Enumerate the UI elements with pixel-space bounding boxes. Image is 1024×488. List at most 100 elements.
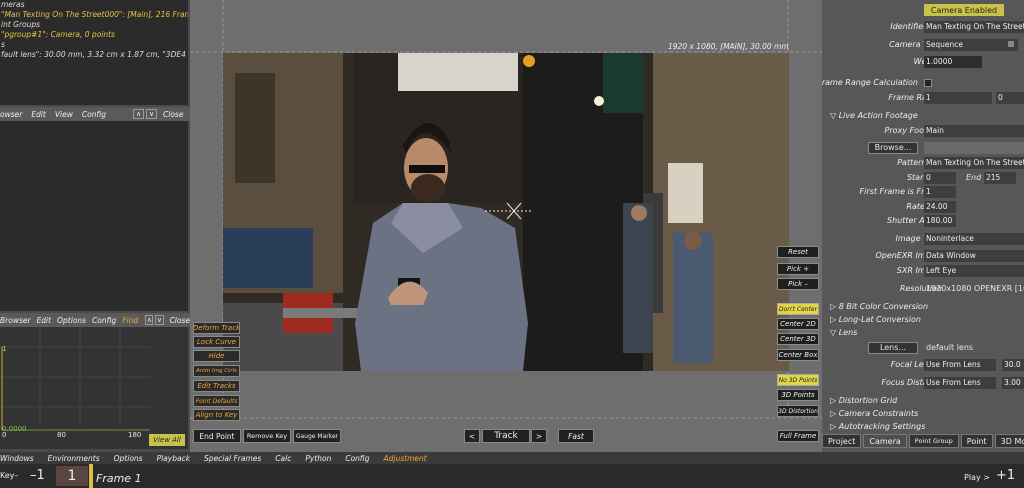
lens-section[interactable]: ▽ Lens bbox=[830, 328, 857, 337]
start-field[interactable]: 0 bbox=[924, 171, 956, 184]
frame-range-start[interactable]: 1 bbox=[924, 91, 992, 104]
scroll-down-button[interactable]: ∨ bbox=[146, 109, 158, 119]
openexr-select[interactable]: Data Window bbox=[924, 249, 1024, 262]
camera-type-select[interactable]: Sequence bbox=[924, 38, 1018, 51]
frame-range-end[interactable]: 0 bbox=[996, 91, 1024, 104]
track-next-button[interactable]: > bbox=[531, 429, 547, 443]
track-button[interactable]: Track bbox=[482, 429, 530, 443]
menu-calc[interactable]: Calc bbox=[275, 454, 291, 463]
rate-fps-field[interactable]: 24.00 bbox=[924, 200, 956, 213]
step-back-button[interactable]: –1 bbox=[30, 468, 45, 483]
menu-config[interactable]: Config bbox=[345, 454, 369, 463]
menu-python[interactable]: Python bbox=[305, 454, 331, 463]
menu-browser[interactable]: Browser bbox=[0, 316, 31, 325]
edit-tracks-button[interactable]: Edit Tracks bbox=[193, 380, 240, 392]
remove-key-button[interactable]: Remove Key bbox=[243, 429, 291, 443]
identifier-field[interactable]: Man Texting On The Street bbox=[924, 20, 1024, 33]
menu-adjustment[interactable]: Adjustment bbox=[384, 454, 427, 463]
hide-button[interactable]: Hide bbox=[193, 350, 240, 362]
tab-camera[interactable]: Camera bbox=[863, 434, 907, 448]
browser-line[interactable]: fault lens": 30.00 mm, 3.32 cm x 1.87 cm… bbox=[1, 50, 188, 60]
constraints-section[interactable]: ▷ Camera Constraints bbox=[830, 409, 918, 418]
menu-windows[interactable]: Windows bbox=[0, 454, 34, 463]
menu-options[interactable]: Options bbox=[114, 454, 143, 463]
focus-mode-select[interactable]: Use From Lens bbox=[924, 376, 996, 389]
menu-find[interactable]: Find bbox=[122, 316, 138, 325]
tab-point[interactable]: Point bbox=[960, 434, 993, 448]
proxy-select[interactable]: Main bbox=[924, 124, 1024, 137]
autotracking-section[interactable]: ▷ Autotracking Settings bbox=[830, 422, 925, 431]
focal-mode-select[interactable]: Use From Lens bbox=[924, 358, 996, 371]
menu-config[interactable]: Config bbox=[82, 110, 106, 119]
tab-point-group[interactable]: Point Group bbox=[908, 434, 959, 448]
footage-image[interactable] bbox=[223, 53, 789, 371]
key-prev-button[interactable]: Key– bbox=[0, 471, 19, 480]
center-box-button[interactable]: Center Box bbox=[777, 349, 819, 361]
pick-plus-button[interactable]: Pick + bbox=[777, 263, 819, 275]
close-button[interactable]: Close bbox=[170, 316, 190, 325]
distortion-grid-section[interactable]: ▷ Distortion Grid bbox=[830, 396, 897, 405]
center-3d-button[interactable]: Center 3D bbox=[777, 333, 819, 345]
center-2d-button[interactable]: Center 2D bbox=[777, 318, 819, 330]
menu-options[interactable]: Options bbox=[57, 316, 86, 325]
browser-line[interactable]: int Groups bbox=[1, 20, 188, 30]
menu-edit[interactable]: Edit bbox=[31, 110, 46, 119]
scroll-up-button[interactable]: ∧ bbox=[133, 109, 145, 119]
3d-points-button[interactable]: 3D Points bbox=[777, 389, 819, 401]
color-conversion-section[interactable]: ▷ 8 Bit Color Conversion bbox=[830, 302, 928, 311]
focus-distance-field[interactable]: 3.00 bbox=[1002, 376, 1024, 389]
end-field[interactable]: 215 bbox=[984, 171, 1016, 184]
menu-special-frames[interactable]: Special Frames bbox=[204, 454, 261, 463]
menu-view[interactable]: View bbox=[55, 110, 73, 119]
timeline-cursor[interactable] bbox=[89, 464, 93, 488]
curve-editor[interactable]: 1 0.0000 0 80 180 View All bbox=[0, 327, 188, 449]
first-frame-field[interactable]: 1 bbox=[924, 185, 956, 198]
scroll-up-button[interactable]: ∧ bbox=[145, 315, 154, 325]
tab-3d-models[interactable]: 3D Mo bbox=[994, 434, 1024, 448]
dont-center-button[interactable]: Don't Center bbox=[777, 303, 819, 315]
track-prev-button[interactable]: < bbox=[464, 429, 480, 443]
weight-field[interactable]: 1.0000 bbox=[924, 55, 982, 68]
focal-length-field[interactable]: 30.0 bbox=[1002, 358, 1024, 371]
path-field[interactable] bbox=[924, 141, 1024, 154]
3d-distortion-button[interactable]: 3D Distortion bbox=[777, 405, 819, 417]
scroll-down-button[interactable]: ∨ bbox=[155, 315, 164, 325]
menu-environments[interactable]: Environments bbox=[48, 454, 100, 463]
longlat-section[interactable]: ▷ Long-Lat Conversion bbox=[830, 315, 921, 324]
menu-config[interactable]: Config bbox=[92, 316, 116, 325]
end-point-button[interactable]: End Point bbox=[193, 429, 241, 443]
gauge-marker-button[interactable]: Gauge Marker bbox=[293, 429, 341, 443]
pattern-field[interactable]: Man Texting On The Street bbox=[924, 156, 1024, 169]
menu-edit[interactable]: Edit bbox=[37, 316, 52, 325]
browse-button[interactable]: Browse... bbox=[868, 141, 918, 154]
view-all-button[interactable]: View All bbox=[149, 434, 185, 446]
menu-browser[interactable]: owser bbox=[0, 110, 22, 119]
close-button[interactable]: Close bbox=[163, 110, 183, 119]
step-forward-button[interactable]: +1 bbox=[996, 468, 1015, 483]
browser-line[interactable]: "Man Texting On The Street000": [Main], … bbox=[1, 10, 188, 20]
timeline[interactable]: Key– –1 1 Frame 1 Play > +1 bbox=[0, 464, 1024, 488]
frame-range-calc-checkbox[interactable] bbox=[924, 78, 932, 87]
tab-project[interactable]: Project bbox=[822, 434, 862, 448]
sxr-select[interactable]: Left Eye bbox=[924, 264, 1024, 277]
browser-line[interactable]: "pgroup#1": Camera, 0 points bbox=[1, 30, 188, 40]
no-3d-points-button[interactable]: No 3D Points bbox=[777, 374, 819, 386]
pick-minus-button[interactable]: Pick – bbox=[777, 278, 819, 290]
camera-enabled-toggle[interactable]: Camera Enabled bbox=[924, 4, 1004, 16]
browser-line[interactable]: s bbox=[1, 40, 188, 50]
anim-img-ctrls-button[interactable]: Anim Img Ctrls bbox=[193, 365, 240, 377]
menu-playback[interactable]: Playback bbox=[157, 454, 190, 463]
point-defaults-button[interactable]: Point Defaults bbox=[193, 395, 240, 407]
align-to-key-button[interactable]: Align to Key bbox=[193, 409, 240, 421]
lens-button[interactable]: Lens... bbox=[868, 341, 918, 354]
shutter-angle-field[interactable]: 180.00 bbox=[924, 214, 956, 227]
play-button[interactable]: Play > bbox=[964, 473, 990, 482]
image-type-select[interactable]: Noninterlace bbox=[924, 232, 1024, 245]
lock-curve-button[interactable]: Lock Curve bbox=[193, 336, 240, 348]
live-action-section[interactable]: ▽ Live Action Footage bbox=[830, 111, 918, 120]
full-frame-button[interactable]: Full Frame bbox=[777, 430, 819, 442]
current-frame[interactable]: 1 bbox=[56, 466, 88, 486]
browser-line[interactable]: meras bbox=[1, 0, 188, 10]
deform-track-button[interactable]: Deform Track bbox=[193, 322, 240, 334]
fast-button[interactable]: Fast bbox=[558, 429, 594, 443]
